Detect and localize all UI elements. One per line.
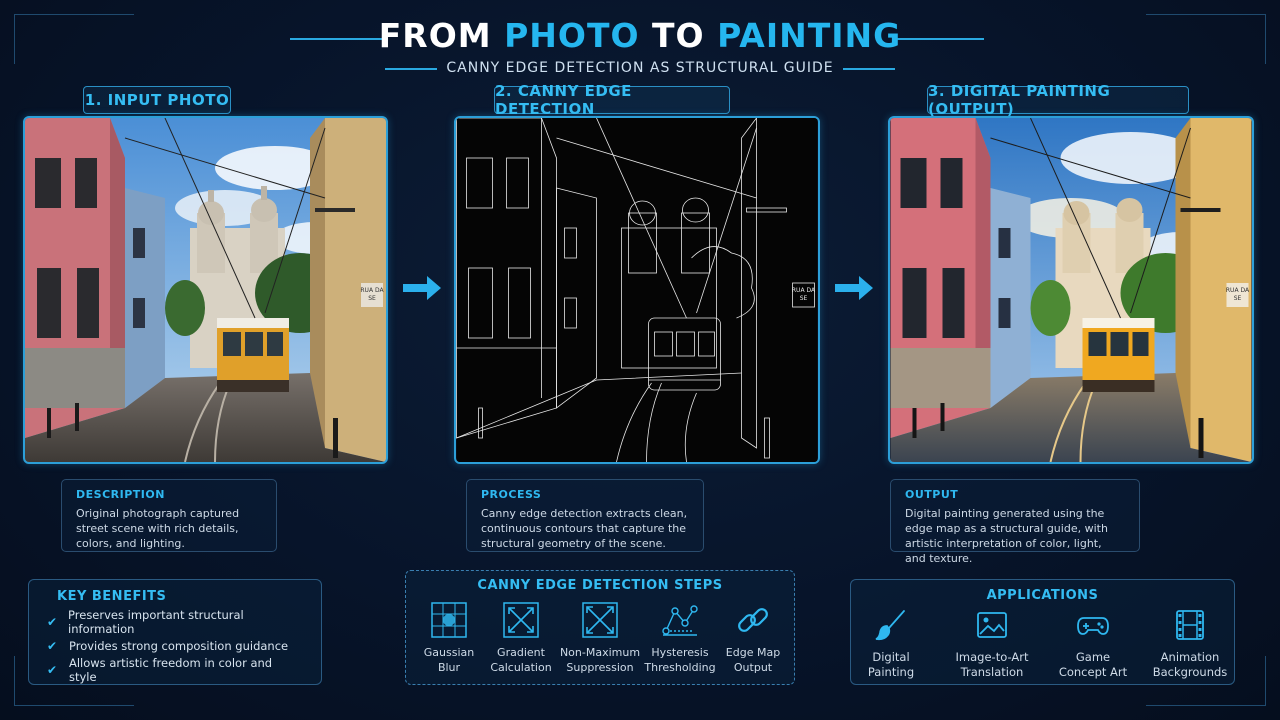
title-word-to: TO	[652, 16, 705, 55]
benefit-text: Preserves important structural informati…	[68, 608, 244, 636]
title-word-photo: PHOTO	[504, 16, 640, 55]
description-heading: DESCRIPTION	[76, 488, 165, 501]
gamepad-icon	[1077, 617, 1109, 635]
benefit-item: ✔ Provides strong composition guidance	[47, 634, 303, 658]
step-non-maximum-suppression: Non-Maximum Suppression	[557, 601, 643, 675]
application-label: Backgrounds	[1152, 665, 1228, 679]
key-benefits-panel: KEY BENEFITS ✔ Preserves important struc…	[28, 579, 322, 685]
application-label: Digital	[872, 650, 910, 664]
applications-title: APPLICATIONS	[986, 588, 1099, 603]
application-image-to-art: Image-to-Art Translation	[942, 608, 1042, 680]
input-photo-frame: RUA DA SE	[23, 116, 388, 464]
step-label: Hysteresis	[651, 646, 709, 659]
check-icon: ✔	[47, 615, 58, 629]
application-label: Animation	[1160, 650, 1220, 664]
digital-painting-frame: RUA DA SE	[888, 116, 1254, 464]
description-text: Original photograph captured street scen…	[76, 507, 240, 550]
page-subtitle: CANNY EDGE DETECTION AS STRUCTURAL GUIDE	[446, 60, 834, 76]
application-label: Painting	[867, 665, 915, 679]
page-title: FROM PHOTO TO PAINTING	[0, 16, 1280, 55]
benefit-item: ✔ Preserves important structural informa…	[47, 608, 303, 636]
step-label: Suppression	[566, 661, 634, 674]
check-icon: ✔	[47, 639, 58, 653]
canny-edge-image: RUA DA SE	[456, 118, 818, 462]
street-sign-text: RUA DA	[360, 287, 384, 294]
description-box-input: DESCRIPTION Original photograph captured…	[61, 479, 277, 552]
canny-steps-title: CANNY EDGE DETECTION STEPS	[477, 578, 723, 593]
application-game-concept-art: Game Concept Art	[1043, 608, 1143, 680]
digital-painting-image: RUA DA SE	[890, 118, 1252, 462]
process-text: Canny edge detection extracts clean, con…	[481, 507, 688, 550]
svg-text:RUA DA: RUA DA	[1226, 287, 1250, 294]
image-icon	[977, 612, 1007, 638]
step-label: Calculation	[490, 661, 552, 674]
gradient-icon	[503, 602, 539, 638]
step-header-canny-edge: 2. CANNY EDGE DETECTION	[494, 82, 730, 118]
step-label: Blur	[437, 661, 461, 674]
step-header-input-photo: 1. INPUT PHOTO	[83, 86, 231, 114]
check-icon: ✔	[47, 663, 58, 677]
svg-text:RUA DA: RUA DA	[792, 287, 816, 294]
application-animation-backgrounds: Animation Backgrounds	[1140, 608, 1240, 680]
output-heading: OUTPUT	[905, 488, 959, 501]
hysteresis-icon	[662, 605, 698, 636]
description-box-process: PROCESS Canny edge detection extracts cl…	[466, 479, 704, 552]
paintbrush-icon	[875, 610, 905, 641]
title-word-painting: PAINTING	[717, 16, 902, 55]
application-digital-painting: Digital Painting	[841, 608, 941, 680]
film-icon	[1176, 610, 1204, 640]
step-gradient-calculation: Gradient Calculation	[478, 601, 564, 675]
step-label: Non-Maximum	[559, 646, 641, 659]
step-edge-map-output: Edge Map Output	[710, 601, 796, 675]
svg-text:SE: SE	[368, 295, 376, 302]
arrow-right-icon	[835, 276, 873, 300]
step-label: Gradient	[497, 646, 545, 659]
step-label: Output	[733, 661, 773, 674]
key-benefits-title: KEY BENEFITS	[57, 589, 167, 604]
canny-edge-frame: RUA DA SE	[454, 116, 820, 464]
gaussian-blur-icon	[431, 602, 467, 638]
svg-text:SE: SE	[800, 295, 808, 302]
process-heading: PROCESS	[481, 488, 542, 501]
benefit-text: Provides strong composition guidance	[69, 639, 289, 653]
canny-steps-panel: CANNY EDGE DETECTION STEPS Gaussian Blur …	[405, 570, 795, 685]
step-label: Edge Map	[725, 646, 781, 659]
edge-map-link-icon	[738, 608, 768, 632]
benefit-item: ✔ Allows artistic freedom in color and s…	[47, 656, 303, 684]
application-label: Concept Art	[1058, 665, 1128, 679]
title-word-from: FROM	[378, 16, 492, 55]
output-text: Digital painting generated using the edg…	[905, 507, 1108, 565]
input-photo-image: RUA DA SE	[25, 118, 386, 462]
benefit-text: Allows artistic freedom in color and sty…	[68, 656, 273, 684]
svg-text:SE: SE	[1234, 295, 1242, 302]
step-label: Gaussian	[423, 646, 475, 659]
arrow-right-icon	[403, 276, 441, 300]
applications-panel: APPLICATIONS Digital Painting Image-to-Ar…	[850, 579, 1235, 685]
description-box-output: OUTPUT Digital painting generated using …	[890, 479, 1140, 565]
step-header-digital-painting: 3. DIGITAL PAINTING (OUTPUT)	[927, 82, 1189, 118]
application-label: Translation	[960, 665, 1024, 679]
step-label: Thresholding	[644, 661, 716, 674]
application-label: Image-to-Art	[955, 650, 1029, 664]
application-label: Game	[1075, 650, 1111, 664]
suppression-icon	[582, 602, 618, 638]
